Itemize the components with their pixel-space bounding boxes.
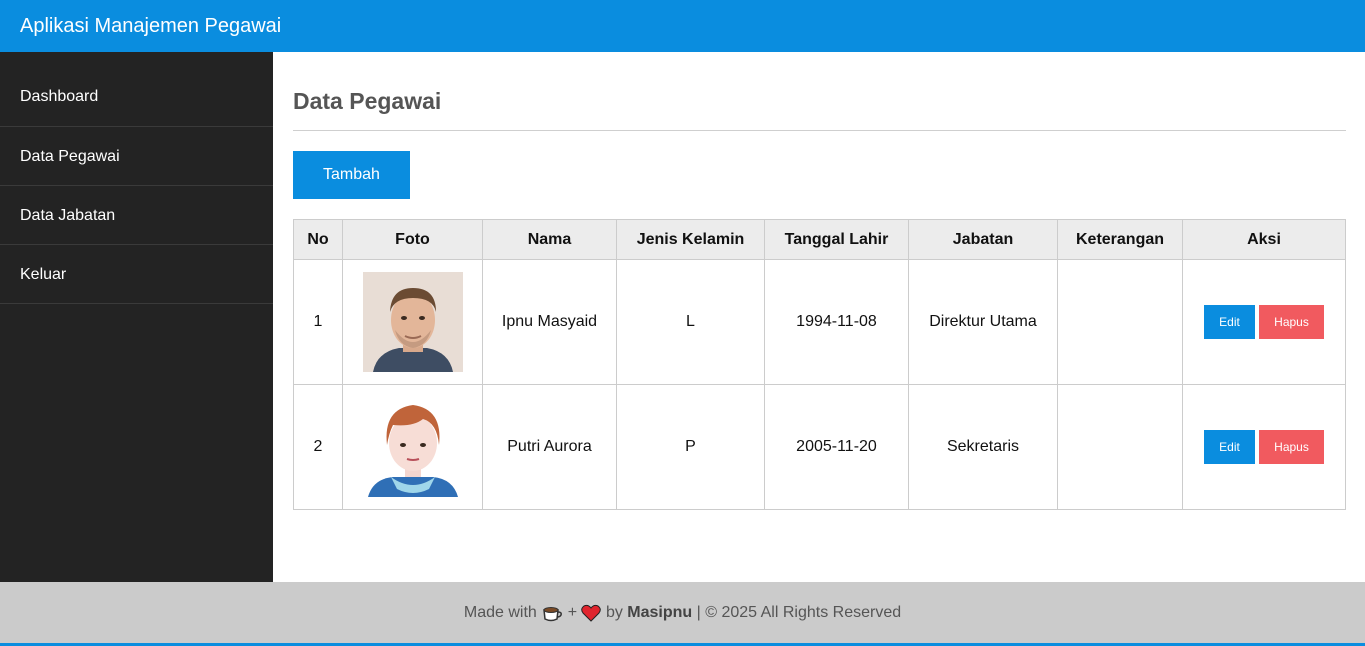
footer-author: Masipnu [627,604,693,621]
footer: Made with + by Masipnu | © 2025 All Righ… [0,582,1365,643]
cell-jenis-kelamin: P [616,384,765,510]
cell-keterangan [1057,384,1183,510]
table-row: 2 Putri Aurora P 2005-11-20 Sekretaris E… [293,384,1346,510]
app-title: Aplikasi Manajemen Pegawai [20,15,282,37]
sidebar-item-dashboard[interactable]: Dashboard [0,52,273,127]
footer-rights: | © 2025 All Rights Reserved [696,604,902,621]
edit-button[interactable]: Edit [1204,430,1255,464]
cell-jabatan: Sekretaris [908,384,1058,510]
sidebar-item-keluar[interactable]: Keluar [0,245,273,304]
cell-no: 2 [293,384,343,510]
cell-nama: Ipnu Masyaid [482,259,617,385]
employee-table: No Foto Nama Jenis Kelamin Tanggal Lahir… [293,219,1346,510]
cell-no: 1 [293,259,343,385]
sidebar-item-data-jabatan[interactable]: Data Jabatan [0,186,273,245]
coffee-icon [543,606,563,622]
delete-button[interactable]: Hapus [1259,430,1324,464]
delete-button[interactable]: Hapus [1259,305,1324,339]
top-navbar: Aplikasi Manajemen Pegawai [0,0,1365,52]
header-aksi: Aksi [1182,219,1346,260]
table-header-row: No Foto Nama Jenis Kelamin Tanggal Lahir… [293,219,1346,260]
cell-foto [342,259,483,385]
cell-tanggal-lahir: 1994-11-08 [764,259,909,385]
header-nama: Nama [482,219,617,260]
header-keterangan: Keterangan [1057,219,1183,260]
footer-plus: + [567,604,578,621]
cell-aksi: Edit Hapus [1182,259,1346,385]
main-content: Data Pegawai Tambah No Foto Nama Jenis K… [273,52,1365,582]
cell-keterangan [1057,259,1183,385]
sidebar-item-data-pegawai[interactable]: Data Pegawai [0,127,273,186]
header-foto: Foto [342,219,483,260]
cell-nama: Putri Aurora [482,384,617,510]
edit-button[interactable]: Edit [1204,305,1255,339]
cell-foto [342,384,483,510]
cell-tanggal-lahir: 2005-11-20 [764,384,909,510]
add-button[interactable]: Tambah [293,151,410,199]
header-no: No [293,219,343,260]
title-divider [293,130,1346,131]
header-jenis-kelamin: Jenis Kelamin [616,219,765,260]
footer-by: by [605,604,623,621]
footer-made-with: Made with [463,604,537,621]
cell-aksi: Edit Hapus [1182,384,1346,510]
cell-jenis-kelamin: L [616,259,765,385]
sidebar: Dashboard Data Pegawai Data Jabatan Kelu… [0,52,273,582]
header-jabatan: Jabatan [908,219,1058,260]
header-tanggal-lahir: Tanggal Lahir [764,219,909,260]
page-title: Data Pegawai [293,88,442,114]
table-row: 1 Ipnu Masyaid L 1994-11-08 Direktur Uta… [293,259,1346,385]
cell-jabatan: Direktur Utama [908,259,1058,385]
female-avatar [362,397,463,497]
male-photo [362,272,463,372]
heart-icon [581,604,602,622]
